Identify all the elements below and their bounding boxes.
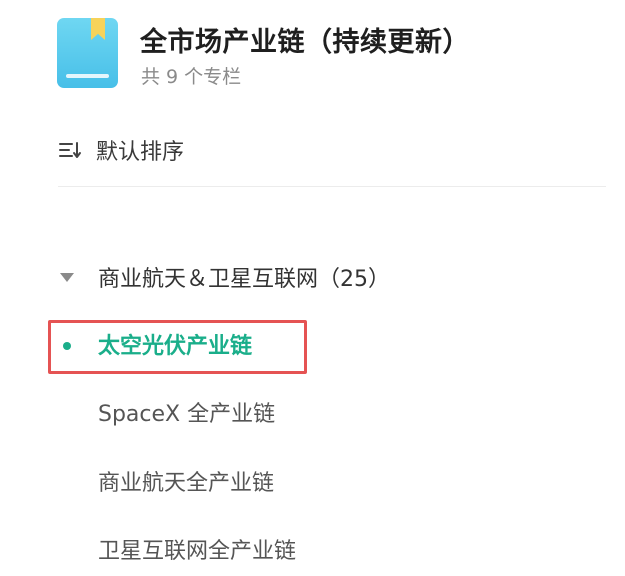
group-header-commercial-space[interactable]: 商业航天＆卫星互联网（25） (60, 260, 390, 294)
group-label: 商业航天＆卫星互联网（25） (98, 267, 390, 292)
list-item-commercial-space[interactable]: 商业航天全产业链 (98, 467, 274, 501)
sort-icon (58, 139, 84, 161)
page-title: 全市场产业链（持续更新） (140, 27, 470, 58)
column-count: 共 9 个专栏 (141, 66, 242, 88)
list-item-space-photovoltaic[interactable]: 太空光伏产业链 (98, 330, 252, 364)
active-indicator-dot (63, 342, 71, 350)
sort-button[interactable]: 默认排序 (58, 134, 184, 166)
sort-label: 默认排序 (96, 140, 185, 165)
divider (58, 186, 606, 187)
page-edge (66, 74, 109, 78)
list-item-spacex[interactable]: SpaceX 全产业链 (98, 398, 275, 432)
book-icon (57, 18, 118, 88)
caret-down-icon (60, 272, 74, 282)
list-item-satellite-internet[interactable]: 卫星互联网全产业链 (98, 535, 296, 569)
bookmark-ribbon (91, 18, 105, 40)
